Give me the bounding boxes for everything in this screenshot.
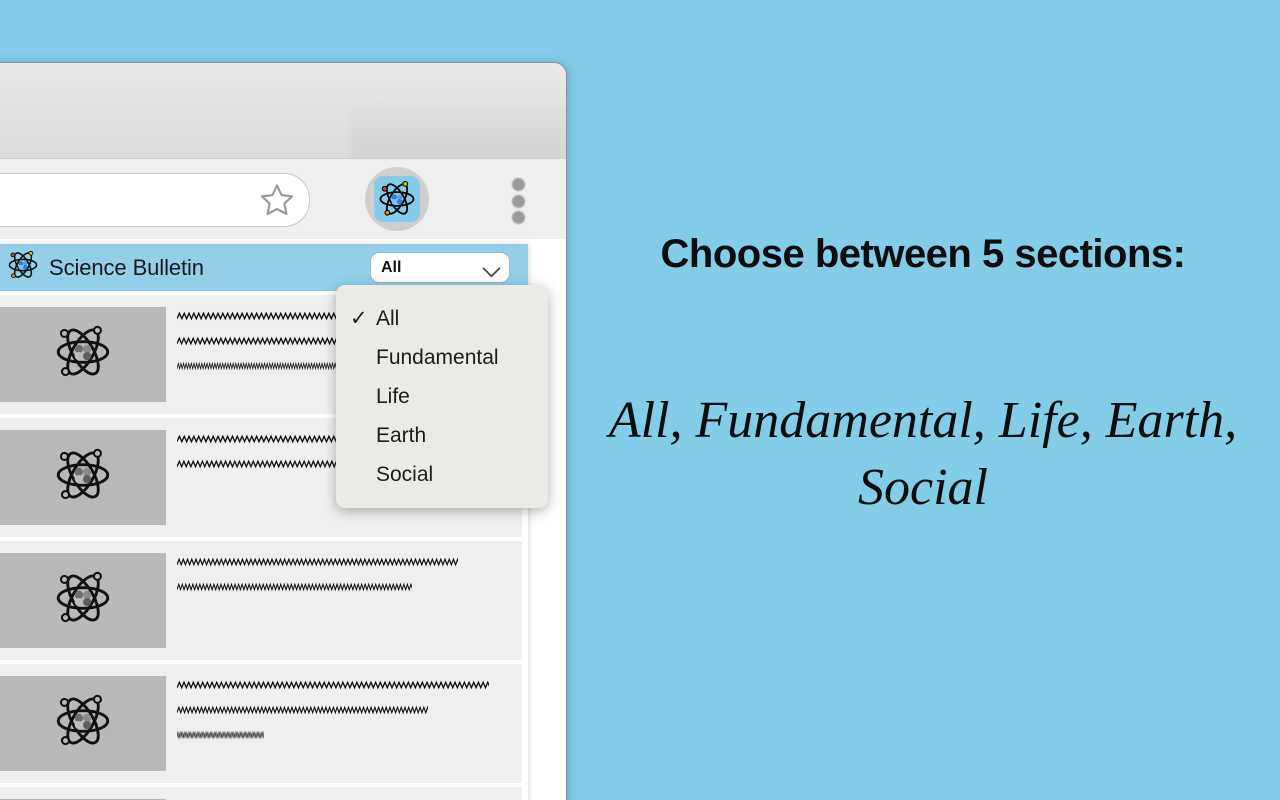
menu-item-label: Fundamental [376, 345, 499, 369]
atom-icon [50, 319, 116, 390]
article-thumbnail [0, 553, 166, 648]
article-text-lines [177, 553, 512, 606]
atom-icon [50, 688, 116, 759]
menu-item-label: Life [376, 384, 410, 408]
placeholder-text-line [177, 729, 265, 742]
browser-tab[interactable] [350, 105, 566, 160]
chevron-down-icon [482, 258, 501, 278]
menu-item-fundamental[interactable]: Fundamental [336, 338, 548, 377]
article-row[interactable] [0, 787, 522, 800]
article-text-lines [177, 676, 512, 754]
promo-heading: Choose between 5 sections: [660, 232, 1186, 276]
section-filter-select[interactable]: All [370, 252, 510, 283]
popup-title: Science Bulletin [49, 254, 204, 280]
menu-item-life[interactable]: Life [336, 377, 548, 416]
menu-item-earth[interactable]: Earth [336, 416, 548, 455]
menu-item-all[interactable]: ✓ All [336, 299, 548, 338]
article-row[interactable] [0, 664, 522, 783]
menu-item-social[interactable]: Social [336, 455, 548, 494]
menu-item-label: All [376, 306, 400, 330]
atom-icon [50, 442, 116, 513]
menu-item-label: Earth [376, 423, 427, 447]
placeholder-text-line [177, 556, 459, 569]
atom-icon [374, 176, 420, 222]
placeholder-text-line [177, 360, 352, 373]
section-filter-value: All [381, 258, 402, 276]
article-row[interactable] [0, 541, 522, 660]
menu-item-label: Social [376, 462, 434, 486]
article-thumbnail [0, 307, 166, 402]
article-thumbnail [0, 676, 166, 771]
browser-toolbar [0, 158, 566, 240]
placeholder-text-line [177, 679, 489, 692]
placeholder-text-line [177, 581, 412, 594]
popup-header: Science Bulletin All [0, 244, 528, 291]
promo-screenshot: Science Bulletin All ✓ All Fundamental Life… [0, 0, 1280, 800]
article-thumbnail [0, 430, 166, 525]
check-icon: ✓ [350, 307, 368, 330]
extension-toolbar-button[interactable] [365, 167, 429, 231]
atom-icon [5, 247, 41, 288]
star-icon[interactable] [259, 182, 295, 218]
atom-icon [50, 565, 116, 636]
kebab-menu-icon[interactable] [510, 178, 526, 224]
section-dropdown-menu[interactable]: ✓ All Fundamental Life Earth Social [336, 285, 548, 508]
popup-brand: Science Bulletin [5, 247, 370, 288]
promo-panel: Choose between 5 sections: All, Fundamen… [566, 0, 1280, 800]
placeholder-text-line [177, 704, 429, 717]
browser-tabstrip[interactable] [0, 63, 566, 160]
address-bar[interactable] [0, 173, 310, 227]
promo-subheading: All, Fundamental, Life, Earth, Social [608, 392, 1238, 516]
